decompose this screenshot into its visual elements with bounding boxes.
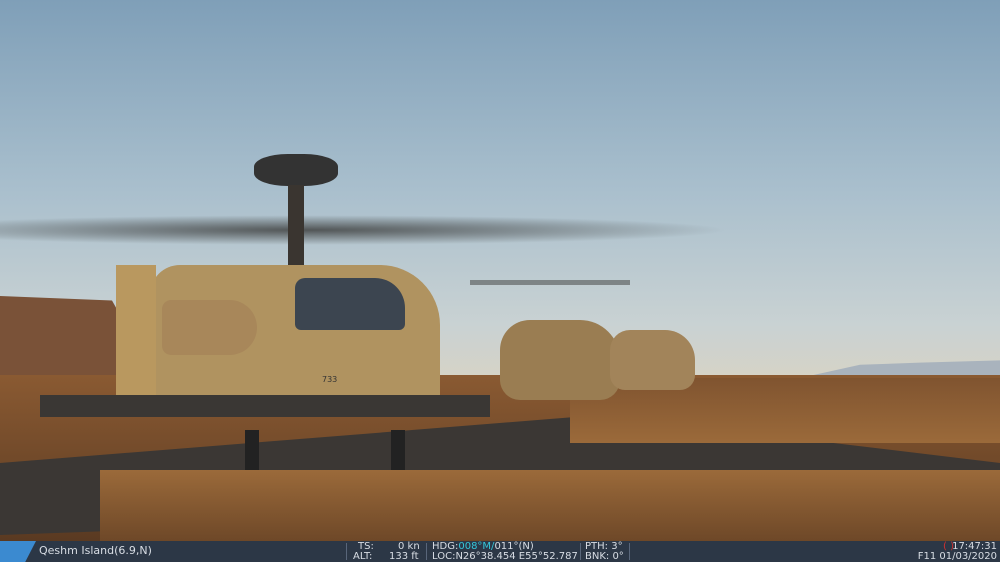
loc-readout: LOC:N26°38.454 E55°52.787: [432, 551, 578, 562]
aircraft-marking: 733: [322, 375, 338, 384]
huey-rotor: [470, 280, 630, 285]
grass: [100, 470, 1000, 541]
status-bar: Qeshm Island(6.9,N) TS: 0 kn ALT: 133 ft…: [0, 541, 1000, 562]
huey-2: [610, 330, 695, 390]
date: F11 01/03/2020: [917, 551, 997, 562]
logo-icon: [0, 541, 36, 562]
game-viewport: 733: [0, 0, 1000, 541]
landing-gear: [245, 430, 405, 470]
alt-value: 133 ft: [389, 551, 419, 562]
stub-wing: [40, 395, 490, 417]
bank-readout: BNK: 0°: [585, 551, 624, 562]
divider: [346, 543, 347, 560]
location-label: Qeshm Island(6.9,N): [39, 544, 152, 557]
engine: [162, 300, 257, 355]
radar-dome: [254, 154, 338, 186]
huey-1: [500, 320, 620, 400]
divider: [629, 543, 630, 560]
tail: [116, 265, 156, 395]
divider: [426, 543, 427, 560]
apache-canopy: [295, 278, 405, 330]
alt-label: ALT:: [353, 551, 373, 562]
divider: [580, 543, 581, 560]
mast: [288, 185, 304, 265]
rotor-blades: [0, 215, 730, 245]
